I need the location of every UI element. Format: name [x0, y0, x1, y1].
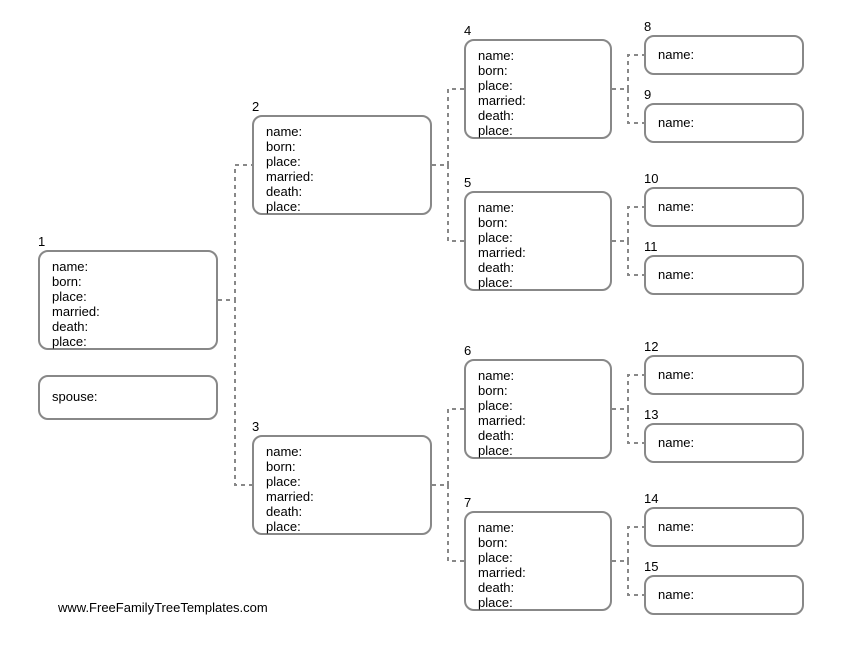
label-place: place: — [266, 200, 418, 215]
label-name: name: — [658, 199, 790, 215]
person-box-5: name: born: place: married: death: place… — [464, 191, 612, 291]
label-place: place: — [266, 475, 418, 490]
person-box-8: name: — [644, 35, 804, 75]
person-number-6: 6 — [464, 343, 471, 358]
person-number-1: 1 — [38, 234, 45, 249]
person-box-3: name: born: place: married: death: place… — [252, 435, 432, 535]
person-number-2: 2 — [252, 99, 259, 114]
label-place: place: — [266, 520, 418, 535]
label-name: name: — [478, 49, 598, 64]
label-death: death: — [478, 261, 598, 276]
label-married: married: — [52, 305, 204, 320]
label-death: death: — [52, 320, 204, 335]
label-death: death: — [478, 581, 598, 596]
person-number-10: 10 — [644, 171, 658, 186]
label-born: born: — [478, 384, 598, 399]
person-number-11: 11 — [644, 239, 658, 254]
label-name: name: — [266, 125, 418, 140]
person-box-6: name: born: place: married: death: place… — [464, 359, 612, 459]
label-place: place: — [478, 79, 598, 94]
label-place: place: — [478, 231, 598, 246]
label-married: married: — [478, 414, 598, 429]
label-name: name: — [52, 260, 204, 275]
label-married: married: — [266, 490, 418, 505]
label-place: place: — [478, 276, 598, 291]
label-place: place: — [478, 596, 598, 611]
label-name: name: — [266, 445, 418, 460]
label-name: name: — [658, 267, 790, 283]
person-number-14: 14 — [644, 491, 658, 506]
label-married: married: — [478, 566, 598, 581]
label-place: place: — [478, 551, 598, 566]
label-place: place: — [478, 399, 598, 414]
person-box-14: name: — [644, 507, 804, 547]
label-name: name: — [658, 47, 790, 63]
person-number-9: 9 — [644, 87, 651, 102]
person-number-13: 13 — [644, 407, 658, 422]
label-place: place: — [52, 290, 204, 305]
label-place: place: — [266, 155, 418, 170]
person-box-9: name: — [644, 103, 804, 143]
label-married: married: — [478, 94, 598, 109]
person-box-7: name: born: place: married: death: place… — [464, 511, 612, 611]
label-name: name: — [658, 367, 790, 383]
person-box-12: name: — [644, 355, 804, 395]
person-box-2: name: born: place: married: death: place… — [252, 115, 432, 215]
person-box-10: name: — [644, 187, 804, 227]
person-box-13: name: — [644, 423, 804, 463]
person-number-8: 8 — [644, 19, 651, 34]
label-death: death: — [266, 505, 418, 520]
label-born: born: — [52, 275, 204, 290]
label-death: death: — [478, 429, 598, 444]
label-name: name: — [658, 519, 790, 535]
label-spouse: spouse: — [52, 389, 204, 404]
label-death: death: — [478, 109, 598, 124]
person-number-4: 4 — [464, 23, 471, 38]
label-name: name: — [478, 369, 598, 384]
person-box-15: name: — [644, 575, 804, 615]
label-married: married: — [478, 246, 598, 261]
label-born: born: — [266, 460, 418, 475]
label-name: name: — [658, 435, 790, 451]
label-name: name: — [478, 521, 598, 536]
person-number-3: 3 — [252, 419, 259, 434]
footer-text: www.FreeFamilyTreeTemplates.com — [58, 600, 268, 615]
person-box-4: name: born: place: married: death: place… — [464, 39, 612, 139]
label-death: death: — [266, 185, 418, 200]
spouse-box: spouse: — [38, 375, 218, 420]
person-box-11: name: — [644, 255, 804, 295]
person-number-5: 5 — [464, 175, 471, 190]
label-married: married: — [266, 170, 418, 185]
label-born: born: — [478, 216, 598, 231]
label-place: place: — [478, 444, 598, 459]
person-box-1: name: born: place: married: death: place… — [38, 250, 218, 350]
label-born: born: — [478, 536, 598, 551]
label-name: name: — [658, 587, 790, 603]
label-place: place: — [52, 335, 204, 350]
person-number-12: 12 — [644, 339, 658, 354]
person-number-15: 15 — [644, 559, 658, 574]
label-born: born: — [478, 64, 598, 79]
person-number-7: 7 — [464, 495, 471, 510]
label-name: name: — [478, 201, 598, 216]
label-born: born: — [266, 140, 418, 155]
label-name: name: — [658, 115, 790, 131]
label-place: place: — [478, 124, 598, 139]
